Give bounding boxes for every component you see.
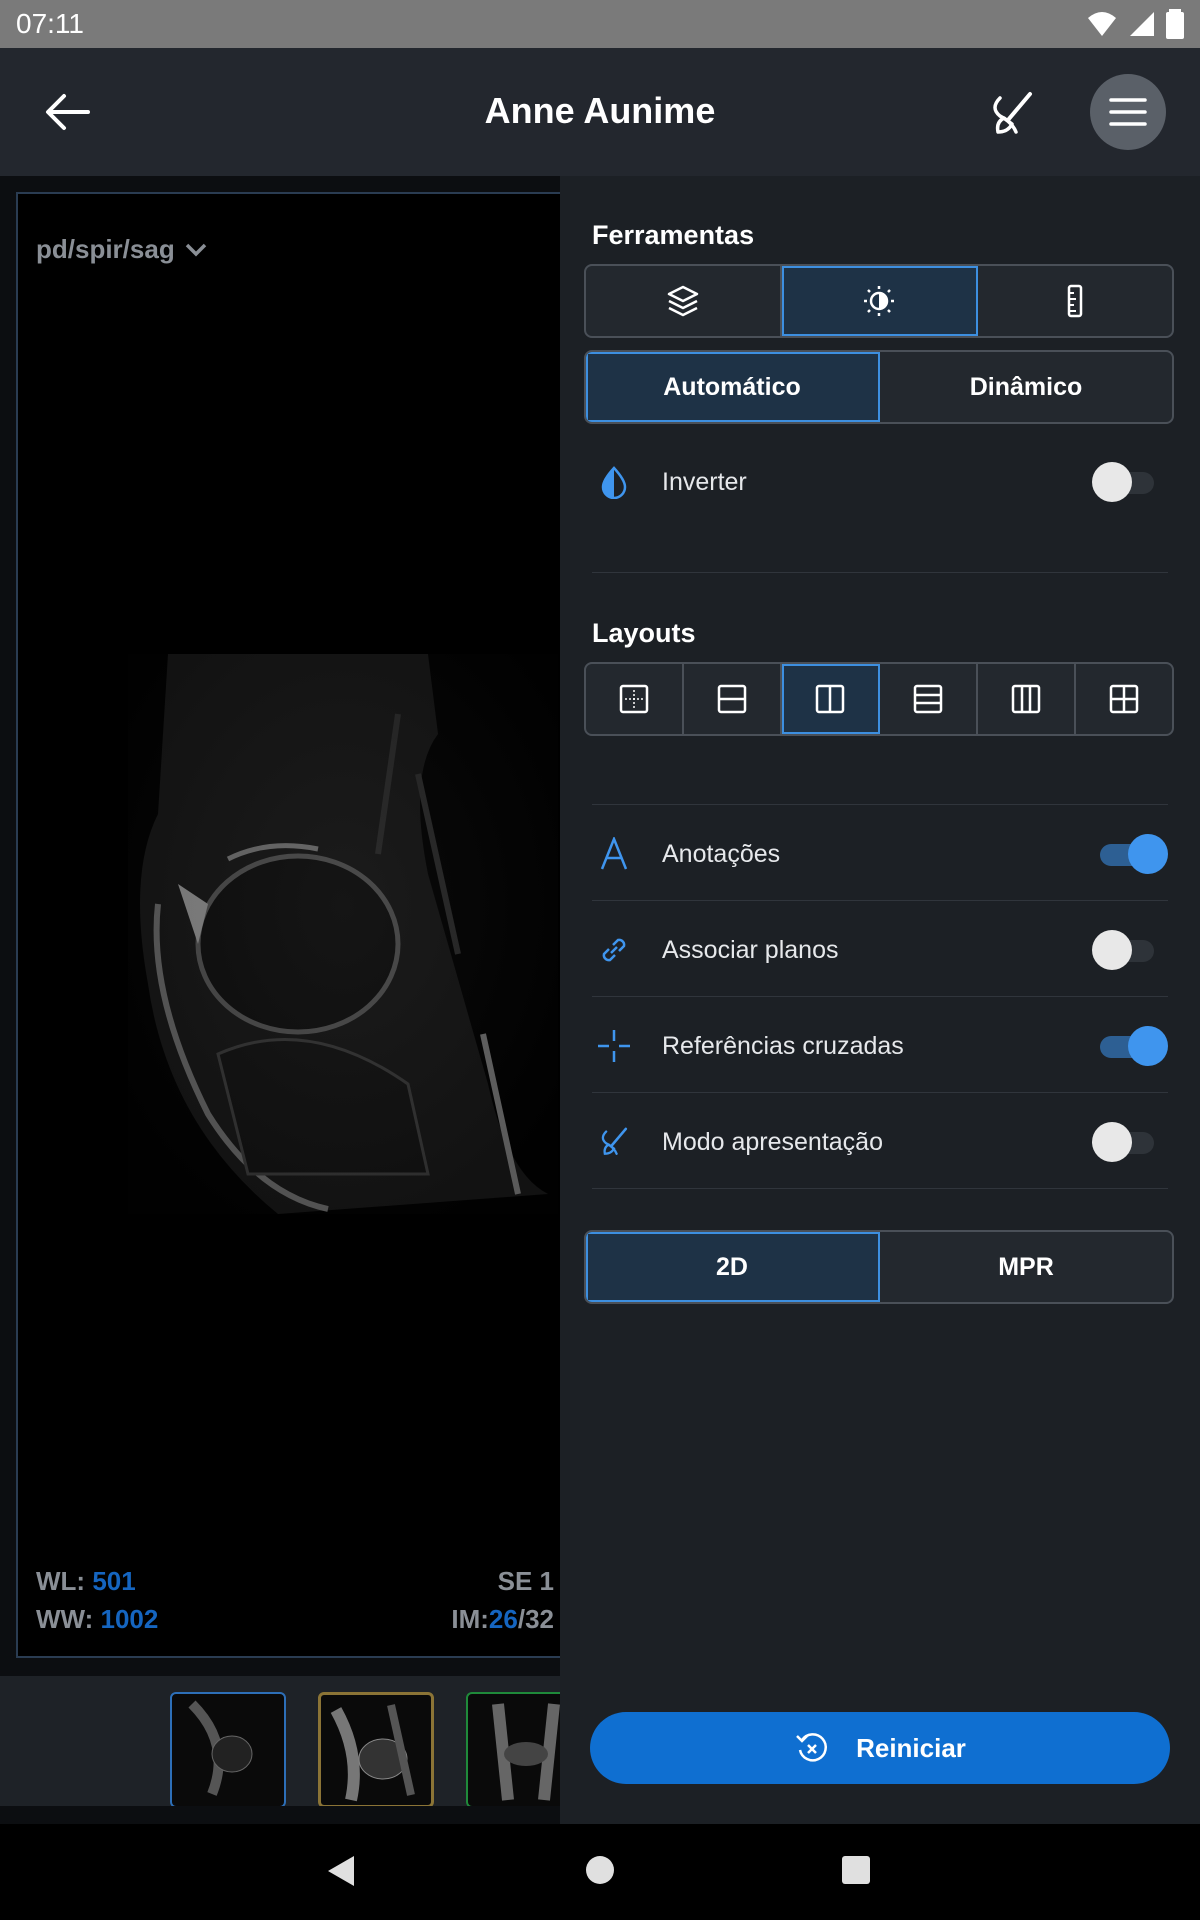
signal-icon <box>1130 12 1154 36</box>
wifi-icon <box>1088 12 1116 36</box>
divider <box>592 996 1168 997</box>
layout-3-rows[interactable] <box>880 664 978 734</box>
layout-1x1[interactable] <box>586 664 684 734</box>
cross-references-toggle[interactable] <box>1092 1026 1168 1066</box>
invert-drop-icon <box>601 466 627 499</box>
app-bar: Anne Aunime <box>0 48 1200 176</box>
layout-vertical-split-icon <box>815 684 845 714</box>
im-total: /32 <box>517 1604 554 1634</box>
layouts-title: Layouts <box>592 618 696 648</box>
ruler-icon <box>1067 284 1083 318</box>
link-icon <box>602 938 626 962</box>
system-nav-bar <box>0 1824 1200 1920</box>
tab-measure[interactable] <box>978 266 1172 336</box>
layout-3-columns[interactable] <box>978 664 1076 734</box>
brightness-icon <box>864 286 894 316</box>
annotations-label: Anotações <box>662 839 781 868</box>
annotations-toggle[interactable] <box>1092 834 1168 874</box>
link-planes-toggle[interactable] <box>1092 930 1164 970</box>
view-2d[interactable]: 2D <box>586 1232 880 1302</box>
crosshair-icon <box>598 1030 630 1062</box>
layout-selector <box>584 662 1174 736</box>
layout-three-columns-icon <box>1011 684 1041 714</box>
status-time: 07:11 <box>16 8 84 39</box>
im-value: 26 <box>488 1604 518 1634</box>
window-mode-selector: Automático Dinâmico <box>584 350 1174 424</box>
invert-row[interactable]: Inverter <box>584 434 1174 530</box>
nav-back-icon[interactable] <box>326 1854 356 1888</box>
link-planes-row[interactable]: Associar planos <box>584 902 1174 998</box>
tool-tabs <box>584 264 1174 338</box>
layout-2-columns[interactable] <box>782 664 880 734</box>
mri-knee-image <box>128 654 558 1214</box>
view-mode-selector: 2D MPR <box>584 1230 1174 1304</box>
series-image-info: SE 1 IM:26/32 <box>451 1566 554 1634</box>
series-name: pd/spir/sag <box>36 234 175 264</box>
presentation-mode-label: Modo apresentação <box>662 1127 883 1156</box>
invert-toggle[interactable] <box>1092 462 1164 502</box>
nav-home-icon[interactable] <box>584 1854 616 1886</box>
layout-2-rows[interactable] <box>684 664 782 734</box>
cross-references-row[interactable]: Referências cruzadas <box>584 998 1174 1094</box>
image-viewport[interactable]: pd/spir/sag WL: 501 WW: 1002 SE 1 IM:26/… <box>16 192 576 1658</box>
ww-value: 1002 <box>100 1604 159 1634</box>
link-planes-label: Associar planos <box>662 935 839 964</box>
se-value: 1 <box>539 1566 554 1596</box>
invert-label: Inverter <box>662 467 747 496</box>
presentation-mode-toggle[interactable] <box>1092 1122 1164 1162</box>
menu-button[interactable] <box>1090 74 1166 150</box>
layout-horizontal-split-icon <box>717 684 747 714</box>
reset-button[interactable]: Reiniciar <box>590 1712 1170 1784</box>
divider <box>592 572 1168 573</box>
mode-automatic[interactable]: Automático <box>586 352 880 422</box>
wl-value: 501 <box>92 1566 136 1596</box>
window-level-info: WL: 501 WW: 1002 <box>36 1566 159 1634</box>
divider <box>592 900 1168 901</box>
layers-icon <box>667 285 699 317</box>
annotation-letter-icon <box>600 837 628 870</box>
divider <box>592 1188 1168 1189</box>
hamburger-icon <box>1109 98 1147 126</box>
presentation-brush-icon <box>601 1127 628 1155</box>
tools-title: Ferramentas <box>592 220 755 250</box>
tools-panel: Ferramentas Automático Dinâmico Inverter… <box>560 176 1200 1824</box>
view-mpr[interactable]: MPR <box>880 1232 1172 1302</box>
divider <box>592 1092 1168 1093</box>
mode-dynamic[interactable]: Dinâmico <box>880 352 1172 422</box>
tab-layers[interactable] <box>586 266 782 336</box>
viewer-area: pd/spir/sag WL: 501 WW: 1002 SE 1 IM:26/… <box>0 176 576 1824</box>
presentation-mode-row[interactable]: Modo apresentação <box>584 1094 1174 1190</box>
divider <box>592 804 1168 805</box>
reset-label: Reiniciar <box>856 1732 966 1763</box>
layout-single-icon <box>619 684 649 714</box>
layout-grid-icon <box>1109 684 1139 714</box>
nav-recents-icon[interactable] <box>840 1854 872 1886</box>
chevron-down-icon <box>185 243 206 256</box>
series-thumbnail-strip <box>0 1676 560 1806</box>
series-selector[interactable]: pd/spir/sag <box>36 234 207 265</box>
layout-three-rows-icon <box>913 684 943 714</box>
status-bar: 07:11 <box>0 0 1200 48</box>
cross-references-label: Referências cruzadas <box>662 1031 904 1060</box>
battery-icon <box>1166 9 1184 39</box>
series-thumbnail[interactable] <box>466 1692 560 1806</box>
series-thumbnail[interactable] <box>318 1692 434 1806</box>
tab-brightness[interactable] <box>782 266 978 336</box>
layout-2x2[interactable] <box>1076 664 1172 734</box>
presentation-brush-icon[interactable] <box>986 88 1038 140</box>
annotations-row[interactable]: Anotações <box>584 806 1174 902</box>
series-thumbnail[interactable] <box>170 1692 286 1806</box>
reset-icon <box>796 1733 828 1762</box>
